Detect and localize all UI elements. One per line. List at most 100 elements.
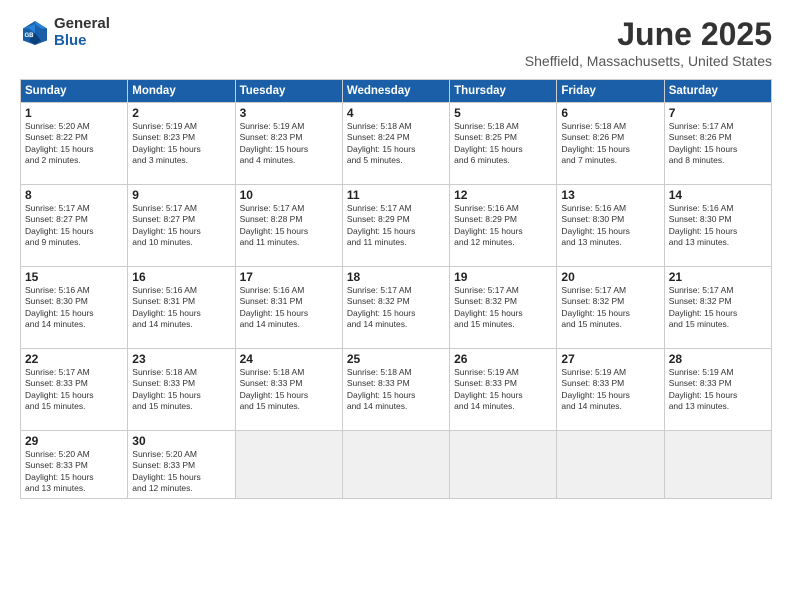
day-info: Sunrise: 5:16 AMSunset: 8:29 PMDaylight:… [454, 203, 552, 249]
table-row: 21Sunrise: 5:17 AMSunset: 8:32 PMDayligh… [664, 267, 771, 349]
logo: GB General Blue [20, 16, 110, 49]
table-row: 15Sunrise: 5:16 AMSunset: 8:30 PMDayligh… [21, 267, 128, 349]
day-info: Sunrise: 5:18 AMSunset: 8:24 PMDaylight:… [347, 121, 445, 167]
calendar-body: 1Sunrise: 5:20 AMSunset: 8:22 PMDaylight… [21, 103, 772, 499]
table-row: 5Sunrise: 5:18 AMSunset: 8:25 PMDaylight… [450, 103, 557, 185]
logo-blue: Blue [54, 33, 110, 50]
day-info: Sunrise: 5:17 AMSunset: 8:26 PMDaylight:… [669, 121, 767, 167]
table-row: 19Sunrise: 5:17 AMSunset: 8:32 PMDayligh… [450, 267, 557, 349]
day-number: 1 [25, 106, 123, 120]
table-row [557, 431, 664, 499]
day-number: 17 [240, 270, 338, 284]
col-friday: Friday [557, 80, 664, 103]
day-number: 11 [347, 188, 445, 202]
day-number: 27 [561, 352, 659, 366]
day-number: 30 [132, 434, 230, 448]
table-row: 20Sunrise: 5:17 AMSunset: 8:32 PMDayligh… [557, 267, 664, 349]
table-row: 24Sunrise: 5:18 AMSunset: 8:33 PMDayligh… [235, 349, 342, 431]
day-info: Sunrise: 5:18 AMSunset: 8:26 PMDaylight:… [561, 121, 659, 167]
day-info: Sunrise: 5:17 AMSunset: 8:32 PMDaylight:… [347, 285, 445, 331]
table-row: 28Sunrise: 5:19 AMSunset: 8:33 PMDayligh… [664, 349, 771, 431]
day-number: 16 [132, 270, 230, 284]
col-wednesday: Wednesday [342, 80, 449, 103]
day-number: 18 [347, 270, 445, 284]
day-info: Sunrise: 5:18 AMSunset: 8:25 PMDaylight:… [454, 121, 552, 167]
day-info: Sunrise: 5:17 AMSunset: 8:32 PMDaylight:… [561, 285, 659, 331]
day-number: 28 [669, 352, 767, 366]
table-row: 7Sunrise: 5:17 AMSunset: 8:26 PMDaylight… [664, 103, 771, 185]
day-number: 6 [561, 106, 659, 120]
table-row: 22Sunrise: 5:17 AMSunset: 8:33 PMDayligh… [21, 349, 128, 431]
svg-text:GB: GB [25, 32, 35, 38]
day-info: Sunrise: 5:17 AMSunset: 8:28 PMDaylight:… [240, 203, 338, 249]
day-info: Sunrise: 5:19 AMSunset: 8:23 PMDaylight:… [240, 121, 338, 167]
table-row: 18Sunrise: 5:17 AMSunset: 8:32 PMDayligh… [342, 267, 449, 349]
day-info: Sunrise: 5:17 AMSunset: 8:33 PMDaylight:… [25, 367, 123, 413]
day-info: Sunrise: 5:20 AMSunset: 8:22 PMDaylight:… [25, 121, 123, 167]
day-info: Sunrise: 5:16 AMSunset: 8:30 PMDaylight:… [25, 285, 123, 331]
table-row [235, 431, 342, 499]
logo-general: General [54, 16, 110, 33]
day-number: 7 [669, 106, 767, 120]
table-row: 4Sunrise: 5:18 AMSunset: 8:24 PMDaylight… [342, 103, 449, 185]
day-number: 15 [25, 270, 123, 284]
day-number: 24 [240, 352, 338, 366]
table-row: 10Sunrise: 5:17 AMSunset: 8:28 PMDayligh… [235, 185, 342, 267]
header: GB General Blue June 2025 Sheffield, Mas… [20, 16, 772, 69]
col-thursday: Thursday [450, 80, 557, 103]
title-block: June 2025 Sheffield, Massachusetts, Unit… [525, 16, 772, 69]
logo-text: General Blue [54, 16, 110, 49]
table-row: 1Sunrise: 5:20 AMSunset: 8:22 PMDaylight… [21, 103, 128, 185]
page: GB General Blue June 2025 Sheffield, Mas… [0, 0, 792, 612]
day-info: Sunrise: 5:17 AMSunset: 8:27 PMDaylight:… [25, 203, 123, 249]
day-number: 10 [240, 188, 338, 202]
table-row: 14Sunrise: 5:16 AMSunset: 8:30 PMDayligh… [664, 185, 771, 267]
col-monday: Monday [128, 80, 235, 103]
header-row: Sunday Monday Tuesday Wednesday Thursday… [21, 80, 772, 103]
table-row [664, 431, 771, 499]
day-number: 3 [240, 106, 338, 120]
calendar: Sunday Monday Tuesday Wednesday Thursday… [20, 79, 772, 499]
day-info: Sunrise: 5:16 AMSunset: 8:31 PMDaylight:… [240, 285, 338, 331]
day-number: 20 [561, 270, 659, 284]
table-row: 30Sunrise: 5:20 AMSunset: 8:33 PMDayligh… [128, 431, 235, 499]
col-saturday: Saturday [664, 80, 771, 103]
table-row: 25Sunrise: 5:18 AMSunset: 8:33 PMDayligh… [342, 349, 449, 431]
day-number: 29 [25, 434, 123, 448]
day-number: 8 [25, 188, 123, 202]
month-title: June 2025 [525, 16, 772, 53]
day-number: 22 [25, 352, 123, 366]
day-info: Sunrise: 5:17 AMSunset: 8:29 PMDaylight:… [347, 203, 445, 249]
day-number: 9 [132, 188, 230, 202]
day-number: 19 [454, 270, 552, 284]
table-row: 9Sunrise: 5:17 AMSunset: 8:27 PMDaylight… [128, 185, 235, 267]
table-row: 3Sunrise: 5:19 AMSunset: 8:23 PMDaylight… [235, 103, 342, 185]
table-row [450, 431, 557, 499]
table-row: 27Sunrise: 5:19 AMSunset: 8:33 PMDayligh… [557, 349, 664, 431]
day-info: Sunrise: 5:19 AMSunset: 8:33 PMDaylight:… [561, 367, 659, 413]
day-number: 4 [347, 106, 445, 120]
day-info: Sunrise: 5:16 AMSunset: 8:30 PMDaylight:… [669, 203, 767, 249]
day-info: Sunrise: 5:18 AMSunset: 8:33 PMDaylight:… [132, 367, 230, 413]
day-number: 26 [454, 352, 552, 366]
day-info: Sunrise: 5:16 AMSunset: 8:30 PMDaylight:… [561, 203, 659, 249]
table-row: 8Sunrise: 5:17 AMSunset: 8:27 PMDaylight… [21, 185, 128, 267]
table-row: 23Sunrise: 5:18 AMSunset: 8:33 PMDayligh… [128, 349, 235, 431]
day-info: Sunrise: 5:17 AMSunset: 8:32 PMDaylight:… [454, 285, 552, 331]
table-row: 29Sunrise: 5:20 AMSunset: 8:33 PMDayligh… [21, 431, 128, 499]
day-number: 14 [669, 188, 767, 202]
calendar-header: Sunday Monday Tuesday Wednesday Thursday… [21, 80, 772, 103]
day-number: 23 [132, 352, 230, 366]
logo-icon: GB [20, 18, 50, 48]
day-number: 21 [669, 270, 767, 284]
day-info: Sunrise: 5:20 AMSunset: 8:33 PMDaylight:… [132, 449, 230, 495]
day-number: 25 [347, 352, 445, 366]
day-info: Sunrise: 5:17 AMSunset: 8:32 PMDaylight:… [669, 285, 767, 331]
table-row [342, 431, 449, 499]
day-info: Sunrise: 5:19 AMSunset: 8:33 PMDaylight:… [454, 367, 552, 413]
day-number: 5 [454, 106, 552, 120]
day-number: 2 [132, 106, 230, 120]
table-row: 16Sunrise: 5:16 AMSunset: 8:31 PMDayligh… [128, 267, 235, 349]
day-info: Sunrise: 5:17 AMSunset: 8:27 PMDaylight:… [132, 203, 230, 249]
location: Sheffield, Massachusetts, United States [525, 53, 772, 69]
